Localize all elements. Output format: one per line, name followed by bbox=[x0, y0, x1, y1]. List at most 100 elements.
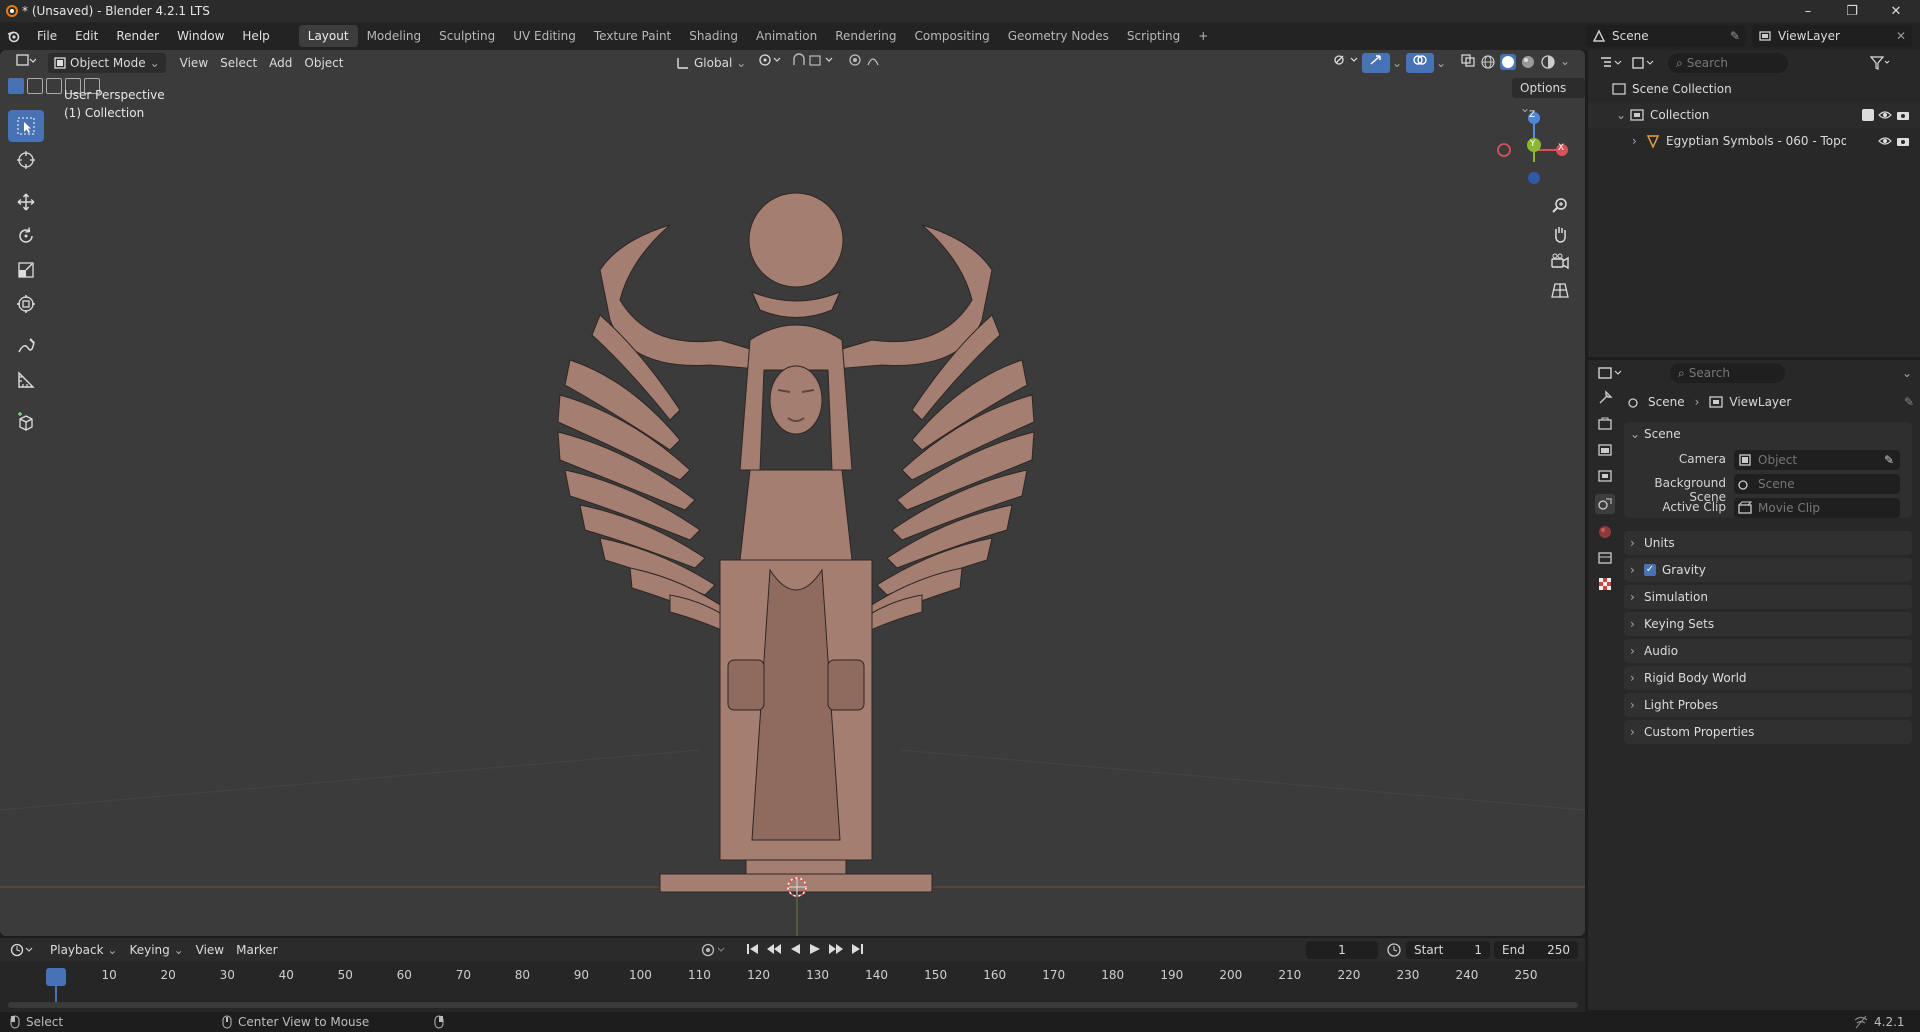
select-box-tool[interactable] bbox=[8, 110, 44, 142]
tab-scripting[interactable]: Scripting bbox=[1118, 25, 1189, 47]
jump-end-icon[interactable] bbox=[850, 942, 864, 956]
tab-texture-paint[interactable]: Texture Paint bbox=[585, 25, 680, 47]
output-tab-icon[interactable] bbox=[1597, 442, 1613, 458]
view-layer-selector[interactable]: ViewLayer ✕ bbox=[1752, 25, 1912, 47]
tab-compositing[interactable]: Compositing bbox=[905, 25, 998, 47]
snap-icon[interactable] bbox=[786, 53, 844, 73]
outliner-search-input[interactable]: ⌕ Search bbox=[1668, 53, 1788, 73]
annotate-tool[interactable] bbox=[8, 330, 44, 362]
select-subtract-icon[interactable] bbox=[46, 78, 62, 94]
perspective-grid-icon[interactable] bbox=[1550, 280, 1570, 300]
timeline-editor-icon[interactable] bbox=[10, 943, 36, 957]
scene-selector[interactable]: Scene ✎ bbox=[1586, 25, 1746, 47]
properties-editor-icon[interactable] bbox=[1598, 366, 1624, 380]
view-menu[interactable]: View bbox=[174, 53, 214, 73]
outliner-row-collection[interactable]: ⌄ Collection bbox=[1588, 102, 1920, 128]
menu-window[interactable]: Window bbox=[168, 25, 233, 47]
pan-hand-icon[interactable] bbox=[1550, 224, 1570, 244]
pivot-point-icon[interactable] bbox=[752, 53, 790, 73]
custom-properties-section[interactable]: › Custom Properties bbox=[1624, 720, 1912, 744]
clock-icon[interactable] bbox=[1386, 942, 1402, 958]
chevron-down-icon[interactable]: ⌄ bbox=[1386, 53, 1408, 73]
scale-tool[interactable] bbox=[8, 254, 44, 286]
view-layer-tab-icon[interactable] bbox=[1597, 468, 1613, 484]
egyptian-symbol-model[interactable] bbox=[480, 140, 1120, 900]
camera-view-icon[interactable] bbox=[1550, 252, 1570, 272]
tab-uv-editing[interactable]: UV Editing bbox=[504, 25, 585, 47]
eye-icon[interactable] bbox=[1878, 109, 1892, 121]
outliner-row-scene-collection[interactable]: Scene Collection bbox=[1588, 76, 1920, 102]
camera-icon[interactable] bbox=[1896, 135, 1910, 147]
tab-sculpting[interactable]: Sculpting bbox=[430, 25, 504, 47]
proportional-editing-icon[interactable] bbox=[842, 53, 894, 73]
maximize-button[interactable]: ❐ bbox=[1830, 0, 1874, 22]
pin-icon[interactable]: ✎ bbox=[1904, 395, 1914, 409]
select-new-icon[interactable] bbox=[8, 78, 24, 94]
scene-tab-icon[interactable] bbox=[1595, 494, 1615, 514]
start-frame-field[interactable]: Start 1 bbox=[1406, 941, 1490, 959]
add-workspace-button[interactable]: + bbox=[1189, 25, 1217, 47]
options-dropdown[interactable]: Options ⌄ bbox=[1512, 78, 1585, 115]
tool-settings-tab-icon[interactable] bbox=[1597, 390, 1613, 406]
chevron-down-icon[interactable]: ⌄ bbox=[1430, 53, 1452, 73]
display-mode-icon[interactable] bbox=[1632, 56, 1656, 70]
gravity-section[interactable]: › ✓ Gravity bbox=[1624, 558, 1912, 582]
marker-menu[interactable]: Marker bbox=[230, 940, 283, 960]
outliner-row-object[interactable]: › Egyptian Symbols - 060 - Topolo bbox=[1588, 128, 1920, 154]
tab-animation[interactable]: Animation bbox=[747, 25, 826, 47]
tab-rendering[interactable]: Rendering bbox=[826, 25, 905, 47]
jump-start-icon[interactable] bbox=[746, 942, 760, 956]
rendered-shading-icon[interactable] bbox=[1540, 54, 1556, 70]
measure-tool[interactable] bbox=[8, 364, 44, 396]
auto-keying-icon[interactable] bbox=[700, 942, 730, 958]
menu-render[interactable]: Render bbox=[107, 25, 168, 47]
playhead[interactable] bbox=[46, 968, 66, 986]
transform-orientation-dropdown[interactable]: Global ⌄ bbox=[670, 53, 752, 73]
keying-menu[interactable]: Keying ⌄ bbox=[123, 940, 189, 960]
transform-tool[interactable] bbox=[8, 288, 44, 320]
keying-sets-section[interactable]: › Keying Sets bbox=[1624, 612, 1912, 636]
timeline-view-menu[interactable]: View bbox=[190, 940, 230, 960]
add-menu[interactable]: Add bbox=[263, 53, 298, 73]
material-shading-icon[interactable] bbox=[1520, 54, 1536, 70]
xray-toggle-icon[interactable] bbox=[1454, 53, 1482, 73]
tab-shading[interactable]: Shading bbox=[680, 25, 747, 47]
properties-search-input[interactable]: ⌕ Search bbox=[1670, 363, 1785, 383]
camera-field[interactable]: Object ✎ bbox=[1734, 450, 1900, 470]
timeline-ruler[interactable]: 1102030405060708090100110120130140150160… bbox=[0, 962, 1585, 1012]
chevron-right-icon[interactable]: › bbox=[1632, 134, 1646, 148]
close-icon[interactable]: ✕ bbox=[1896, 29, 1906, 43]
3d-viewport[interactable]: Object Mode ⌄ View Select Add Object Glo… bbox=[0, 50, 1585, 936]
filter-icon[interactable] bbox=[1870, 56, 1890, 70]
minimize-button[interactable]: – bbox=[1786, 0, 1830, 22]
move-tool[interactable] bbox=[8, 186, 44, 218]
mode-dropdown[interactable]: Object Mode ⌄ bbox=[48, 53, 166, 73]
eyedropper-icon[interactable]: ✎ bbox=[1884, 450, 1894, 470]
zoom-icon[interactable] bbox=[1550, 196, 1570, 216]
chevron-down-icon[interactable]: ⌄ bbox=[1902, 366, 1912, 380]
pin-icon[interactable]: ✎ bbox=[1730, 29, 1740, 43]
end-frame-field[interactable]: End 250 bbox=[1494, 941, 1578, 959]
select-extend-icon[interactable] bbox=[27, 78, 43, 94]
tab-geometry-nodes[interactable]: Geometry Nodes bbox=[999, 25, 1118, 47]
cursor-tool[interactable] bbox=[8, 144, 44, 176]
outliner-editor-icon[interactable] bbox=[1600, 56, 1624, 70]
menu-file[interactable]: File bbox=[28, 25, 66, 47]
units-section[interactable]: › Units bbox=[1624, 531, 1912, 555]
chevron-down-icon[interactable]: ⌄ bbox=[1560, 54, 1570, 70]
chevron-down-icon[interactable]: ⌄ bbox=[1616, 108, 1630, 122]
timeline-scrollbar[interactable] bbox=[8, 1002, 1578, 1008]
navigation-gizmo[interactable]: Z X Y bbox=[1490, 108, 1570, 188]
active-clip-field[interactable]: Movie Clip bbox=[1734, 498, 1900, 518]
rotate-tool[interactable] bbox=[8, 220, 44, 252]
playback-menu[interactable]: Playback ⌄ bbox=[44, 940, 123, 960]
solid-shading-icon[interactable] bbox=[1500, 54, 1516, 70]
background-scene-field[interactable]: Scene bbox=[1734, 474, 1900, 494]
current-frame-field[interactable]: 1 bbox=[1306, 941, 1378, 959]
object-menu[interactable]: Object bbox=[298, 53, 349, 73]
tab-modeling[interactable]: Modeling bbox=[358, 25, 431, 47]
camera-icon[interactable] bbox=[1896, 109, 1910, 121]
play-reverse-icon[interactable] bbox=[788, 942, 802, 956]
render-tab-icon[interactable] bbox=[1597, 416, 1613, 432]
audio-section[interactable]: › Audio bbox=[1624, 639, 1912, 663]
